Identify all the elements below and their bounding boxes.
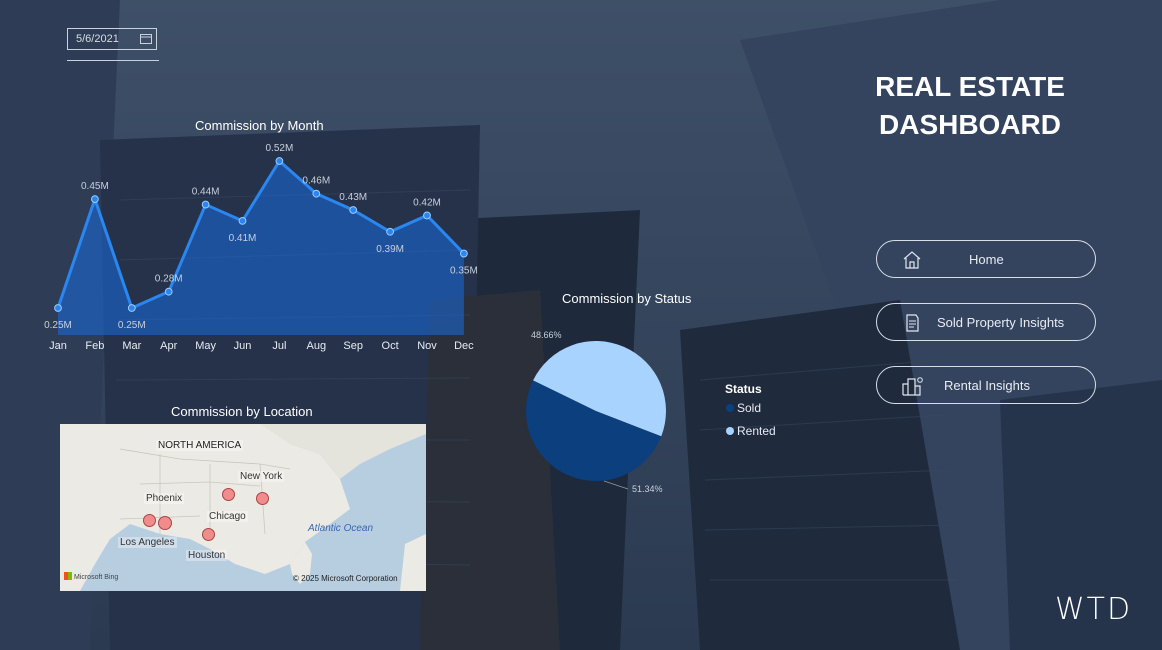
map-marker[interactable] [158, 516, 172, 530]
map-city-label-houston: Houston [186, 550, 228, 561]
map-region-label: NORTH AMERICA [156, 440, 244, 451]
map-marker[interactable] [202, 528, 215, 541]
map-marker[interactable] [222, 488, 235, 501]
legend-item-sold[interactable]: Sold [726, 401, 761, 415]
legend-dot-rented [726, 427, 734, 435]
map-marker[interactable] [143, 514, 156, 527]
map-chart-title: Commission by Location [171, 404, 313, 419]
map-city-label-los-angeles: Los Angeles [118, 537, 177, 548]
map-city-label-phoenix: Phoenix [144, 493, 185, 504]
pie-data-label-sold: 51.34% [632, 484, 663, 494]
map-ocean-label: Atlantic Ocean [308, 523, 374, 534]
map-city-label-new-york: New York [238, 471, 285, 482]
brand-logo: WTD [1055, 592, 1133, 627]
map-marker[interactable] [256, 492, 269, 505]
map-city-label-chicago: Chicago [207, 511, 248, 522]
microsoft-logo-icon [64, 572, 72, 580]
commission-by-location-map[interactable]: NORTH AMERICA Atlantic Ocean New York Ph… [60, 424, 426, 591]
legend-item-rented[interactable]: Rented [726, 424, 776, 438]
pie-data-label-rented: 48.66% [531, 330, 562, 340]
map-attribution: © 2025 Microsoft Corporation [293, 574, 398, 583]
legend-dot-sold [726, 404, 734, 412]
pie-leader-line [603, 480, 629, 490]
bing-logo: Microsoft Bing [64, 572, 118, 581]
legend-title: Status [725, 382, 762, 396]
